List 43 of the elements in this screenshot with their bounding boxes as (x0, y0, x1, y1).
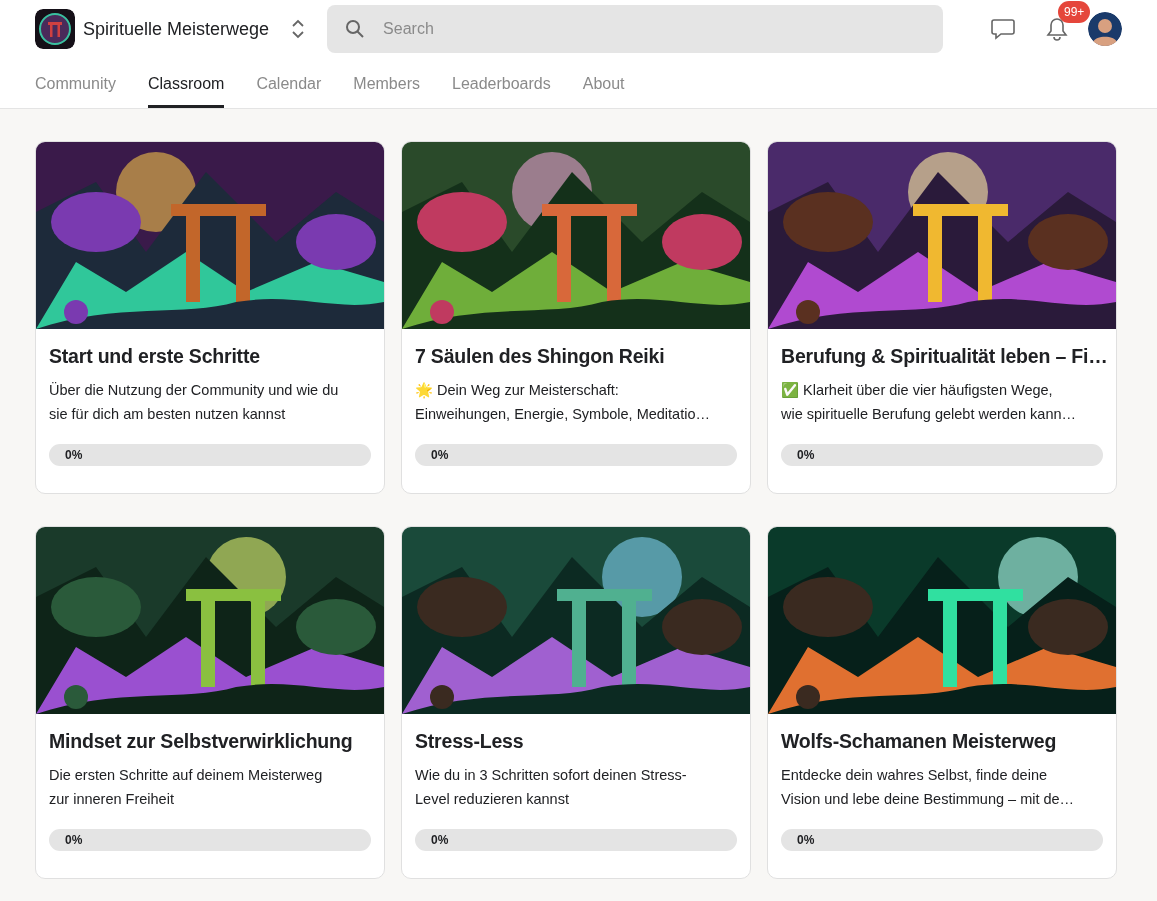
nav-tab[interactable]: Classroom (147, 58, 225, 108)
chat-icon[interactable] (990, 17, 1016, 41)
course-description-line: 🌟 Dein Weg zur Meisterschaft: (415, 381, 620, 401)
course-title: Wolfs-Schamanen Meisterweg (781, 730, 1058, 753)
nav-tab[interactable]: Community (35, 58, 116, 108)
course-card[interactable]: Mindset zur Selbstverwirklichung Die ersten Schritte auf deinem Meisterweg zur inneren Freiheit 0% (35, 526, 385, 879)
group-logo-icon[interactable] (35, 9, 75, 49)
progress-label: 0% (430, 448, 449, 462)
course-description-line: Die ersten Schritte auf deinem Meisterweg (49, 766, 324, 785)
course-description-line: wie spirituelle Berufung gelebt werden kann… (781, 405, 1077, 424)
nav-tab[interactable]: Calendar (256, 58, 322, 108)
course-description-line: Wie du in 3 Schritten sofort deinen Stress- (415, 766, 688, 785)
course-description-line: zur inneren Freiheit (49, 790, 175, 809)
course-title: 7 Säulen des Shingon Reiki (415, 345, 666, 368)
course-description-line: Über die Nutzung der Community und wie du (49, 381, 340, 400)
switch-chevron-icon[interactable] (291, 18, 306, 40)
progress-label: 0% (430, 833, 449, 847)
course-card[interactable]: 7 Säulen des Shingon Reiki 🌟 Dein Weg zur Meisterschaft: Einweihungen, Energie, Symbole, Meditatio… 0% (401, 141, 751, 494)
course-card[interactable]: Berufung & Spiritualität leben – Fi… ✅ Klarheit über die vier häufigsten Wege, wie spirituelle Berufung gelebt werden kann… 0% (767, 141, 1117, 494)
course-title: Mindset zur Selbstverwirklichung (49, 730, 354, 753)
notification-badge: 99+ (1058, 1, 1091, 23)
bell-icon[interactable] (1046, 16, 1068, 42)
course-card[interactable]: Stress-Less Wie du in 3 Schritten sofort deinen Stress- Level reduzieren kannst 0% (401, 526, 751, 879)
course-description-line: Vision und lebe deine Bestimmung – mit de… (781, 790, 1076, 809)
course-card[interactable]: Start und erste Schritte Über die Nutzung der Community und wie du sie für dich am besten nutzen kannst 0% (35, 141, 385, 494)
search-field[interactable]: Search (327, 5, 944, 53)
course-title: Start und erste Schritte (49, 345, 261, 368)
progress-label: 0% (64, 448, 83, 462)
course-description-line: Einweihungen, Energie, Symbole, Meditatio… (415, 405, 711, 424)
course-card[interactable]: Wolfs-Schamanen Meisterweg Entdecke dein wahres Selbst, finde deine Vision und lebe deine Bestimmung – mit de… 0% (767, 526, 1117, 879)
course-description-line: ✅ Klarheit über die vier häufigsten Wege, (781, 381, 1054, 400)
progress-label: 0% (64, 833, 83, 847)
progress-label: 0% (796, 448, 815, 462)
nav-tab[interactable]: Members (353, 58, 420, 108)
nav-tab[interactable]: Leaderboards (452, 58, 551, 108)
progress-label: 0% (796, 833, 815, 847)
nav-tab[interactable]: About (582, 58, 625, 108)
group-name[interactable]: Spirituelle Meisterwege (83, 18, 270, 40)
course-description-line: sie für dich am besten nutzen kannst (49, 405, 287, 424)
course-title: Stress-Less (415, 730, 525, 753)
avatar[interactable] (1088, 12, 1122, 46)
course-description-line: Level reduzieren kannst (415, 790, 570, 809)
course-description-line: Entdecke dein wahres Selbst, finde deine (781, 766, 1048, 785)
